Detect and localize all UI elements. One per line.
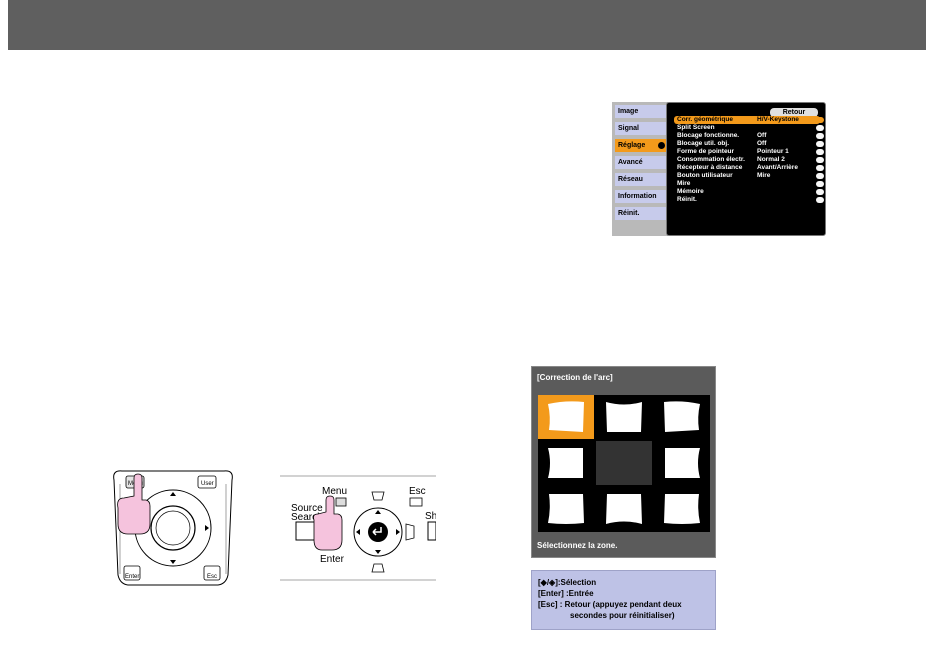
menu-row-value: Off <box>757 140 767 147</box>
panel-sh-label: Sh <box>425 511 436 522</box>
arc-zone-grid <box>538 395 710 532</box>
menu-row-label: Réinit. <box>677 196 697 203</box>
tab-image[interactable]: Image <box>615 105 668 118</box>
panel-menu-button <box>335 497 347 507</box>
row-end-icon <box>816 181 824 187</box>
menu-row-label: Forme de pointeur <box>677 148 735 155</box>
remote-esc-label: Esc <box>207 574 217 580</box>
remote-control-illustration: Menu User Enter Esc <box>113 470 233 586</box>
menu-row-value: Avant/Arrière <box>757 164 798 171</box>
zone-bottom-right[interactable] <box>654 487 710 531</box>
tab-avance[interactable]: Avancé <box>615 156 668 169</box>
arc-title: [Correction de l'arc] <box>537 373 613 382</box>
panel-enter-label: Enter <box>320 554 345 565</box>
control-panel-illustration: Menu Esc Source Search Enter Sh <box>280 475 436 581</box>
menu-row-corr-geometrique[interactable]: Corr. géométrique H/V-Keystone <box>674 116 824 124</box>
row-end-icon <box>816 149 824 155</box>
menu-tab-column: Image Signal Réglage Avancé Réseau Infor… <box>612 102 668 236</box>
panel-esc-label: Esc <box>409 486 426 497</box>
menu-row-label: Récepteur à distance <box>677 164 743 171</box>
menu-row-label: Corr. géométrique <box>677 116 733 123</box>
menu-row-label: Mémoire <box>677 188 704 195</box>
panel-shutter-button <box>427 521 436 541</box>
row-end-icon <box>816 189 824 195</box>
menu-row-reinit[interactable]: Réinit. <box>674 196 824 204</box>
help-line-select: [◆/◈]:Sélection <box>538 578 597 587</box>
row-end-icon <box>816 125 824 131</box>
row-end-icon <box>816 157 824 163</box>
keystone-up-icon <box>371 491 385 501</box>
zone-top-left[interactable] <box>538 395 594 439</box>
tab-reglage[interactable]: Réglage <box>615 139 668 152</box>
row-end-icon <box>816 117 824 123</box>
zone-middle-right[interactable] <box>654 441 710 485</box>
check-icon <box>658 142 665 149</box>
zone-bottom-center[interactable] <box>596 487 652 531</box>
menu-row-label: Split Screen <box>677 124 715 131</box>
row-end-icon <box>816 197 824 203</box>
menu-row-value: Mire <box>757 172 771 179</box>
header-bar <box>8 0 926 50</box>
menu-row-mire[interactable]: Mire <box>674 180 824 188</box>
zone-top-right[interactable] <box>654 395 710 439</box>
menu-row-blocage-fonctionne[interactable]: Blocage fonctionne. Off <box>674 132 824 140</box>
menu-row-memoire[interactable]: Mémoire <box>674 188 824 196</box>
help-line-enter: [Enter] :Entrée <box>538 589 594 598</box>
menu-row-split-screen[interactable]: Split Screen <box>674 124 824 132</box>
menu-row-label: Blocage fonctionne. <box>677 132 740 139</box>
tab-reseau[interactable]: Réseau <box>615 173 668 186</box>
row-end-icon <box>816 165 824 171</box>
tab-reglage-label: Réglage <box>618 142 646 149</box>
zone-bottom-left[interactable] <box>538 487 594 531</box>
zone-center-empty <box>596 441 652 485</box>
menu-row-label: Blocage util. obj. <box>677 140 730 147</box>
panel-esc-button <box>409 497 423 507</box>
zone-top-center[interactable] <box>596 395 652 439</box>
tab-reinit[interactable]: Réinit. <box>615 207 668 220</box>
tab-signal[interactable]: Signal <box>615 122 668 135</box>
menu-row-label: Bouton utilisateur <box>677 172 733 179</box>
panel-menu-label: Menu <box>322 486 347 497</box>
menu-row-label: Mire <box>677 180 691 187</box>
menu-row-consommation[interactable]: Consommation électr. Normal 2 <box>674 156 824 164</box>
menu-row-blocage-util[interactable]: Blocage util. obj. Off <box>674 140 824 148</box>
zone-middle-left[interactable] <box>538 441 594 485</box>
remote-user-label: User <box>201 481 214 487</box>
row-end-icon <box>816 141 824 147</box>
arc-instruction: Sélectionnez la zone. <box>537 541 618 550</box>
keystone-down-icon <box>371 563 385 573</box>
remote-enter-label: Enter <box>125 574 139 580</box>
menu-row-value: Normal 2 <box>757 156 785 163</box>
tab-information[interactable]: Information <box>615 190 668 203</box>
enter-button <box>150 505 196 551</box>
row-end-icon <box>816 173 824 179</box>
keystone-right-icon <box>405 523 415 541</box>
menu-row-value: Pointeur 1 <box>757 148 789 155</box>
menu-row-forme-pointeur[interactable]: Forme de pointeur Pointeur 1 <box>674 148 824 156</box>
menu-row-recepteur[interactable]: Récepteur à distance Avant/Arrière <box>674 164 824 172</box>
help-line-reset: secondes pour réinitialiser) <box>570 611 675 620</box>
menu-row-value: Off <box>757 132 767 139</box>
row-end-icon <box>816 133 824 139</box>
menu-row-label: Consommation électr. <box>677 156 745 163</box>
menu-row-bouton-utilisateur[interactable]: Bouton utilisateur Mire <box>674 172 824 180</box>
help-line-esc: [Esc] : Retour (appuyez pendant deux <box>538 600 682 609</box>
menu-row-value: H/V-Keystone <box>757 116 799 123</box>
